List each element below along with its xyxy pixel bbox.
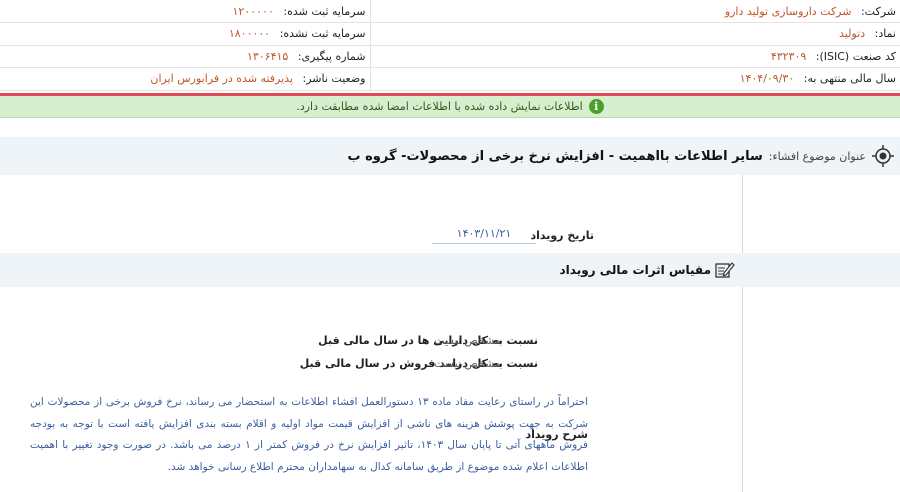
unregistered-capital-label: سرمایه ثبت نشده: xyxy=(279,27,366,41)
event-date-value: ۱۴۰۳/۱۱/۲۱ xyxy=(432,227,536,244)
info-row: کد صنعت (ISIC): ۴۳۲۳۰۹ شماره پیگیری: ۱۳۰… xyxy=(0,45,900,68)
subject-title: سایر اطلاعات بااهمیت - افزایش نرخ برخی ا… xyxy=(347,148,763,164)
fiscal-year-label: سال مالی منتهی به: xyxy=(803,72,896,86)
company-label: شرکت: xyxy=(860,4,896,18)
company-value: شرکت داروسازی تولید دارو xyxy=(724,4,852,18)
isic-cell: کد صنعت (ISIC): ۴۳۲۳۰۹ xyxy=(369,45,900,68)
publisher-status-label: وضعیت ناشر: xyxy=(302,72,366,86)
column-divider xyxy=(742,175,743,492)
info-row: سال مالی منتهی به: ۱۴۰۴/۰۹/۳۰ وضعیت ناشر… xyxy=(0,67,900,91)
subject-label: عنوان موضوع افشاء: xyxy=(768,149,866,163)
event-description-text: احتراماً در راستای رعایت مفاد ماده ۱۳ دس… xyxy=(30,396,588,473)
revenue-ratio-value: مشخص نیست xyxy=(434,357,501,370)
symbol-label: نماد: xyxy=(874,27,896,41)
fiscal-year-value: ۱۴۰۴/۰۹/۳۰ xyxy=(739,72,795,86)
company-cell: شرکت: شرکت داروسازی تولید دارو xyxy=(369,0,900,23)
company-info-table: شرکت: شرکت داروسازی تولید دارو سرمایه ثب… xyxy=(0,0,900,91)
publisher-status-cell: وضعیت ناشر: پذیرفته شده در فرابورس ایران xyxy=(0,67,370,91)
revenue-ratio-label: نسبت به کل درامد فروش در سال مالی قبل xyxy=(299,357,538,370)
notice-text: اطلاعات نمایش داده شده با اطلاعات امضا ش… xyxy=(296,100,583,113)
financial-section-title: مقیاس اثرات مالی رویداد xyxy=(559,263,711,277)
event-date-label: تاریخ رویداد xyxy=(530,229,594,242)
tracking-cell: شماره پیگیری: ۱۳۰۶۴۱۵ xyxy=(0,45,370,68)
registered-capital-label: سرمایه ثبت شده: xyxy=(283,4,366,18)
registered-capital-value: ۱۲۰۰۰۰۰ xyxy=(232,4,274,18)
symbol-cell: نماد: دتولید xyxy=(369,22,900,46)
tracking-value: ۱۳۰۶۴۱۵ xyxy=(246,49,289,63)
unregistered-capital-value: ۱۸۰۰۰۰۰ xyxy=(228,27,271,41)
tracking-label: شماره پیگیری: xyxy=(297,49,366,63)
target-icon xyxy=(872,145,894,167)
fiscal-year-cell: سال مالی منتهی به: ۱۴۰۴/۰۹/۳۰ xyxy=(369,67,900,91)
assets-ratio-label: نسبت به کل دارایی ها در سال مالی قبل xyxy=(318,334,538,347)
info-icon: i xyxy=(588,99,604,114)
isic-value: ۴۳۲۳۰۹ xyxy=(770,49,807,63)
isic-label: کد صنعت (ISIC): xyxy=(815,49,896,63)
unregistered-capital-cell: سرمایه ثبت نشده: ۱۸۰۰۰۰۰ xyxy=(0,22,370,46)
publisher-status-value: پذیرفته شده در فرابورس ایران xyxy=(150,72,294,86)
info-row: شرکت: شرکت داروسازی تولید دارو سرمایه ثب… xyxy=(0,0,900,23)
registered-capital-cell: سرمایه ثبت شده: ۱۲۰۰۰۰۰ xyxy=(0,0,370,23)
financial-section-header: مقیاس اثرات مالی رویداد xyxy=(0,253,900,287)
assets-ratio-value: مشخص نیست xyxy=(434,334,501,347)
edit-icon xyxy=(715,262,735,278)
subject-bar: عنوان موضوع افشاء: سایر اطلاعات بااهمیت … xyxy=(0,137,900,175)
verification-notice: i اطلاعات نمایش داده شده با اطلاعات امضا… xyxy=(0,96,900,118)
symbol-value: دتولید xyxy=(839,27,866,41)
info-row: نماد: دتولید سرمایه ثبت نشده: ۱۸۰۰۰۰۰ xyxy=(0,22,900,46)
